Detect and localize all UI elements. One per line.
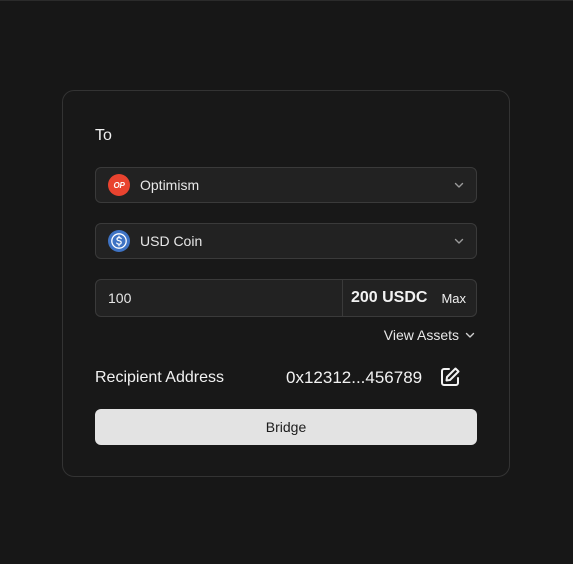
chevron-down-icon — [454, 182, 464, 188]
amount-field: 200 USDC Max — [95, 279, 477, 317]
edit-icon[interactable] — [438, 365, 462, 389]
balance-value: 200 USDC — [350, 289, 428, 306]
view-assets-label: View Assets — [383, 327, 459, 343]
network-select-value: Optimism — [140, 177, 200, 193]
balance-group: 200 USDC Max — [343, 280, 476, 316]
network-select[interactable]: OP Optimism — [95, 167, 477, 203]
optimism-logo-icon: OP — [108, 174, 130, 196]
max-button[interactable]: Max — [441, 291, 466, 306]
token-select[interactable]: USD Coin — [95, 223, 477, 259]
page: To OP Optimism USD Coin 100 200 USDC Max… — [0, 0, 573, 564]
optimism-logo-text: OP — [113, 180, 125, 190]
usdc-logo-icon — [108, 230, 130, 252]
recipient-label: Recipient Address — [95, 369, 224, 386]
view-assets-toggle[interactable]: View Assets — [384, 327, 475, 343]
chevron-down-icon — [454, 238, 464, 244]
token-select-value: USD Coin — [140, 233, 203, 249]
recipient-address: 0x12312...456789 — [286, 368, 423, 387]
bridge-button[interactable]: Bridge — [95, 409, 477, 445]
chevron-down-icon — [465, 332, 475, 338]
bridge-card: To OP Optimism USD Coin 100 200 USDC Max… — [62, 90, 510, 477]
destination-label: To — [95, 127, 112, 144]
amount-input[interactable] — [96, 280, 343, 316]
